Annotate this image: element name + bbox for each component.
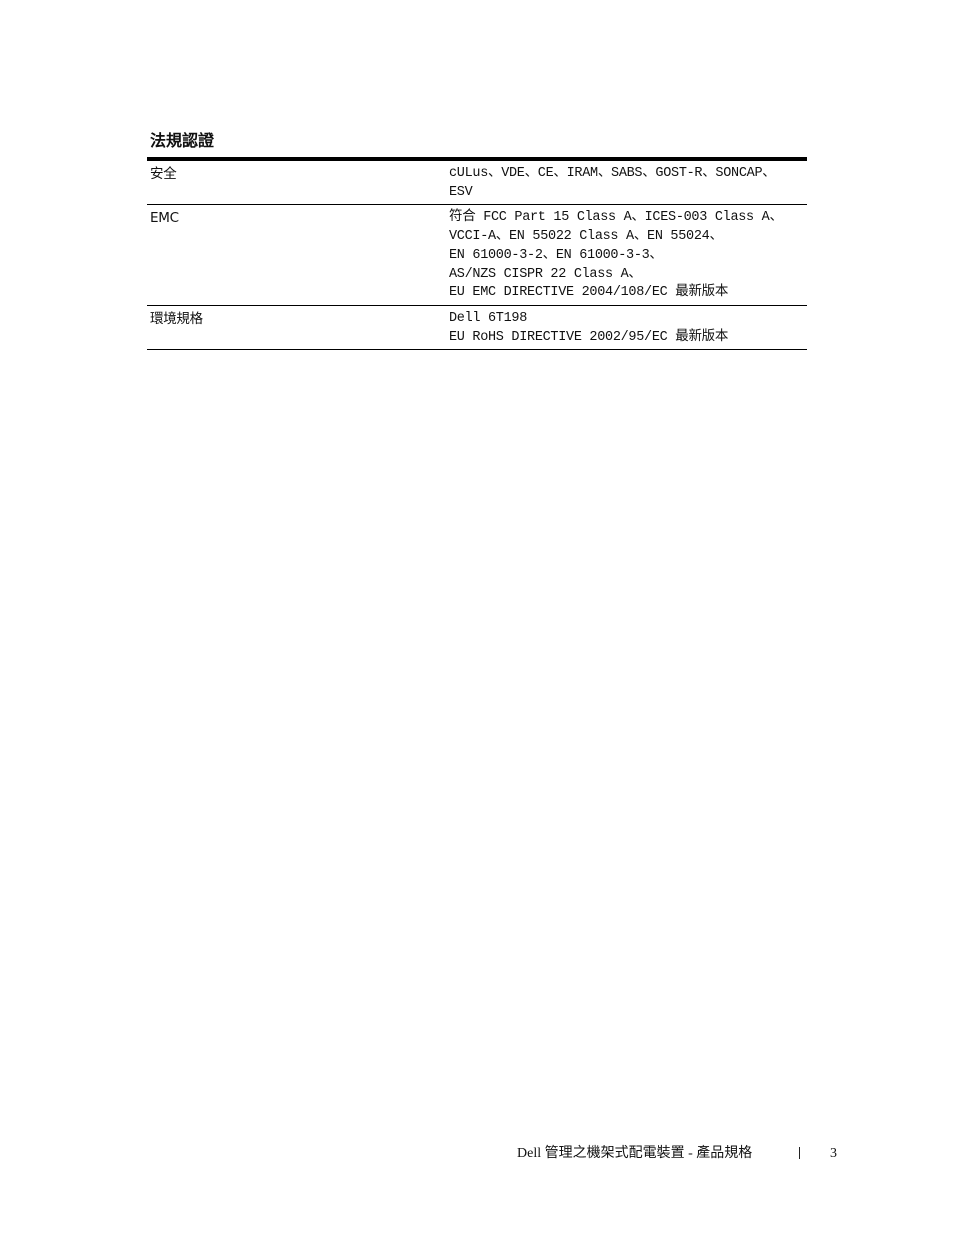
row-label: 環境規格 [147,305,446,351]
value-line: AS/NZS CISPR 22 Class A、 [449,266,642,282]
value-line: cULus、VDE、CE、IRAM、SABS、GOST-R、SONCAP、 [449,166,776,181]
footer-separator [799,1147,800,1159]
row-value: cULus、VDE、CE、IRAM、SABS、GOST-R、SONCAP、 ES… [446,159,807,206]
table-row-environmental: 環境規格 Dell 6T198 EU RoHS DIRECTIVE 2002/9… [147,305,807,351]
table-row-safety: 安全 cULus、VDE、CE、IRAM、SABS、GOST-R、SONCAP、… [147,159,807,206]
page-footer: Dell 管理之機架式配電裝置 - 產品規格 3 [517,1145,847,1163]
regulatory-certifications-table: 安全 cULus、VDE、CE、IRAM、SABS、GOST-R、SONCAP、… [147,157,807,351]
footer-document-title: Dell 管理之機架式配電裝置 - 產品規格 [517,1146,753,1161]
value-line: 符合 FCC Part 15 Class A、ICES-003 Class A、 [449,210,783,226]
value-line: VCCI-A、EN 55022 Class A、EN 55024、 [449,229,723,245]
row-label: EMC [147,204,446,306]
value-line: EU RoHS DIRECTIVE 2002/95/EC 最新版本 [449,329,729,345]
page-number: 3 [830,1146,837,1161]
row-label: 安全 [147,159,446,206]
value-line: Dell 6T198 [449,310,528,326]
value-line: EU EMC DIRECTIVE 2004/108/EC 最新版本 [449,285,729,301]
row-value: Dell 6T198 EU RoHS DIRECTIVE 2002/95/EC … [446,305,807,351]
section-title: 法規認證 [150,131,215,150]
row-value: 符合 FCC Part 15 Class A、ICES-003 Class A、… [446,204,807,306]
value-line: ESV [449,184,473,200]
value-line: EN 61000-3-2、EN 61000-3-3、 [449,247,663,263]
table-row-emc: EMC 符合 FCC Part 15 Class A、ICES-003 Clas… [147,204,807,306]
